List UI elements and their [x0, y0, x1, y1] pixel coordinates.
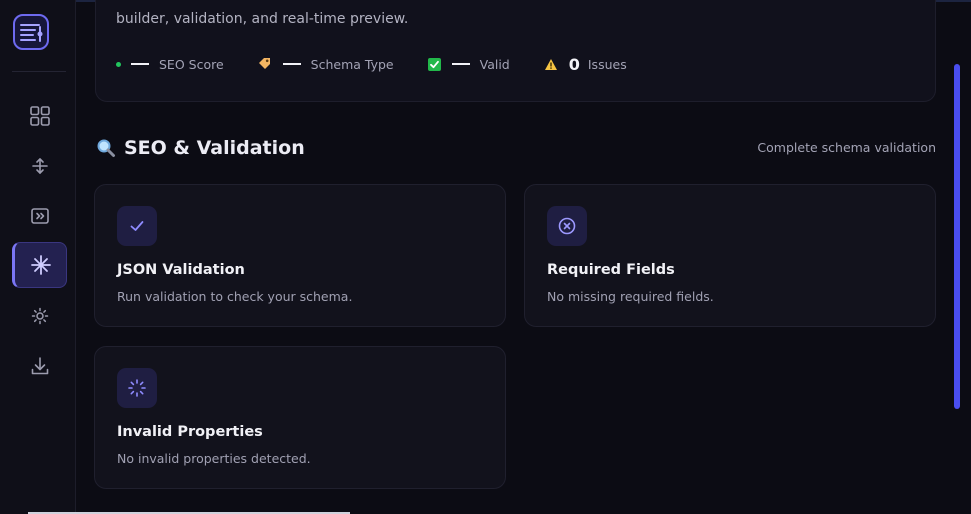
- sparkle-icon: [30, 255, 51, 275]
- sidebar-item-settings[interactable]: [14, 293, 66, 339]
- preview-icon: [31, 208, 49, 224]
- card-title: Invalid Properties: [117, 424, 263, 440]
- invalid-properties-card: Invalid Properties No invalid properties…: [94, 346, 506, 489]
- stat-seo-score: SEO Score: [116, 57, 224, 72]
- section-title: SEO & Validation: [96, 137, 305, 159]
- scrollbar-thumb[interactable]: [954, 64, 960, 409]
- sidebar: [0, 0, 76, 514]
- settings-icon: [31, 307, 49, 325]
- card-title: JSON Validation: [117, 262, 245, 278]
- card-text: No invalid properties detected.: [117, 451, 311, 466]
- status-dot-icon: [116, 61, 121, 67]
- sidebar-divider: [12, 71, 66, 72]
- check-icon: [130, 221, 144, 231]
- sidebar-item-structure[interactable]: [14, 143, 66, 189]
- stats-bar: SEO Score Schema Type Valid 0 Issues: [116, 55, 627, 74]
- section-title-text: SEO & Validation: [124, 137, 305, 159]
- check-box-icon: [427, 57, 441, 71]
- issues-label: Issues: [587, 56, 627, 72]
- app-logo[interactable]: [13, 14, 49, 50]
- issues-count: 0: [568, 54, 580, 74]
- card-text: No missing required fields.: [547, 289, 714, 304]
- loader-icon: [128, 379, 146, 397]
- overview-description: builder, validation, and real-time previ…: [116, 11, 409, 27]
- seo-score-value-dash: [131, 63, 149, 65]
- card-icon-box: [547, 206, 587, 246]
- required-fields-card: Required Fields No missing required fiel…: [524, 184, 936, 327]
- warning-icon: [544, 58, 558, 71]
- seo-score-label: SEO Score: [159, 56, 224, 72]
- x-circle-icon: [558, 217, 576, 235]
- tag-icon: [258, 57, 272, 71]
- stat-valid: Valid: [427, 56, 510, 72]
- sidebar-item-seo-validation[interactable]: [12, 242, 67, 288]
- grid-icon: [30, 106, 50, 126]
- schema-type-value-dash: [282, 63, 301, 65]
- move-vertical-icon: [32, 158, 48, 174]
- valid-value-dash: [451, 63, 470, 65]
- card-title: Required Fields: [547, 262, 675, 278]
- json-validation-card: JSON Validation Run validation to check …: [94, 184, 506, 327]
- sidebar-item-export[interactable]: [14, 343, 66, 389]
- card-text: Run validation to check your schema.: [117, 289, 353, 304]
- menu-logo-icon: [20, 24, 43, 42]
- card-icon-box: [117, 368, 157, 408]
- download-icon: [31, 357, 49, 375]
- magnifier-icon: [96, 138, 116, 158]
- schema-type-label: Schema Type: [310, 56, 394, 72]
- sidebar-item-preview[interactable]: [14, 193, 66, 239]
- stat-schema-type: Schema Type: [258, 57, 394, 72]
- card-icon-box: [117, 206, 157, 246]
- sidebar-item-dashboard[interactable]: [14, 93, 66, 139]
- stat-issues: 0 Issues: [544, 55, 627, 74]
- valid-label: Valid: [479, 56, 510, 72]
- section-subtitle: Complete schema validation: [757, 140, 936, 155]
